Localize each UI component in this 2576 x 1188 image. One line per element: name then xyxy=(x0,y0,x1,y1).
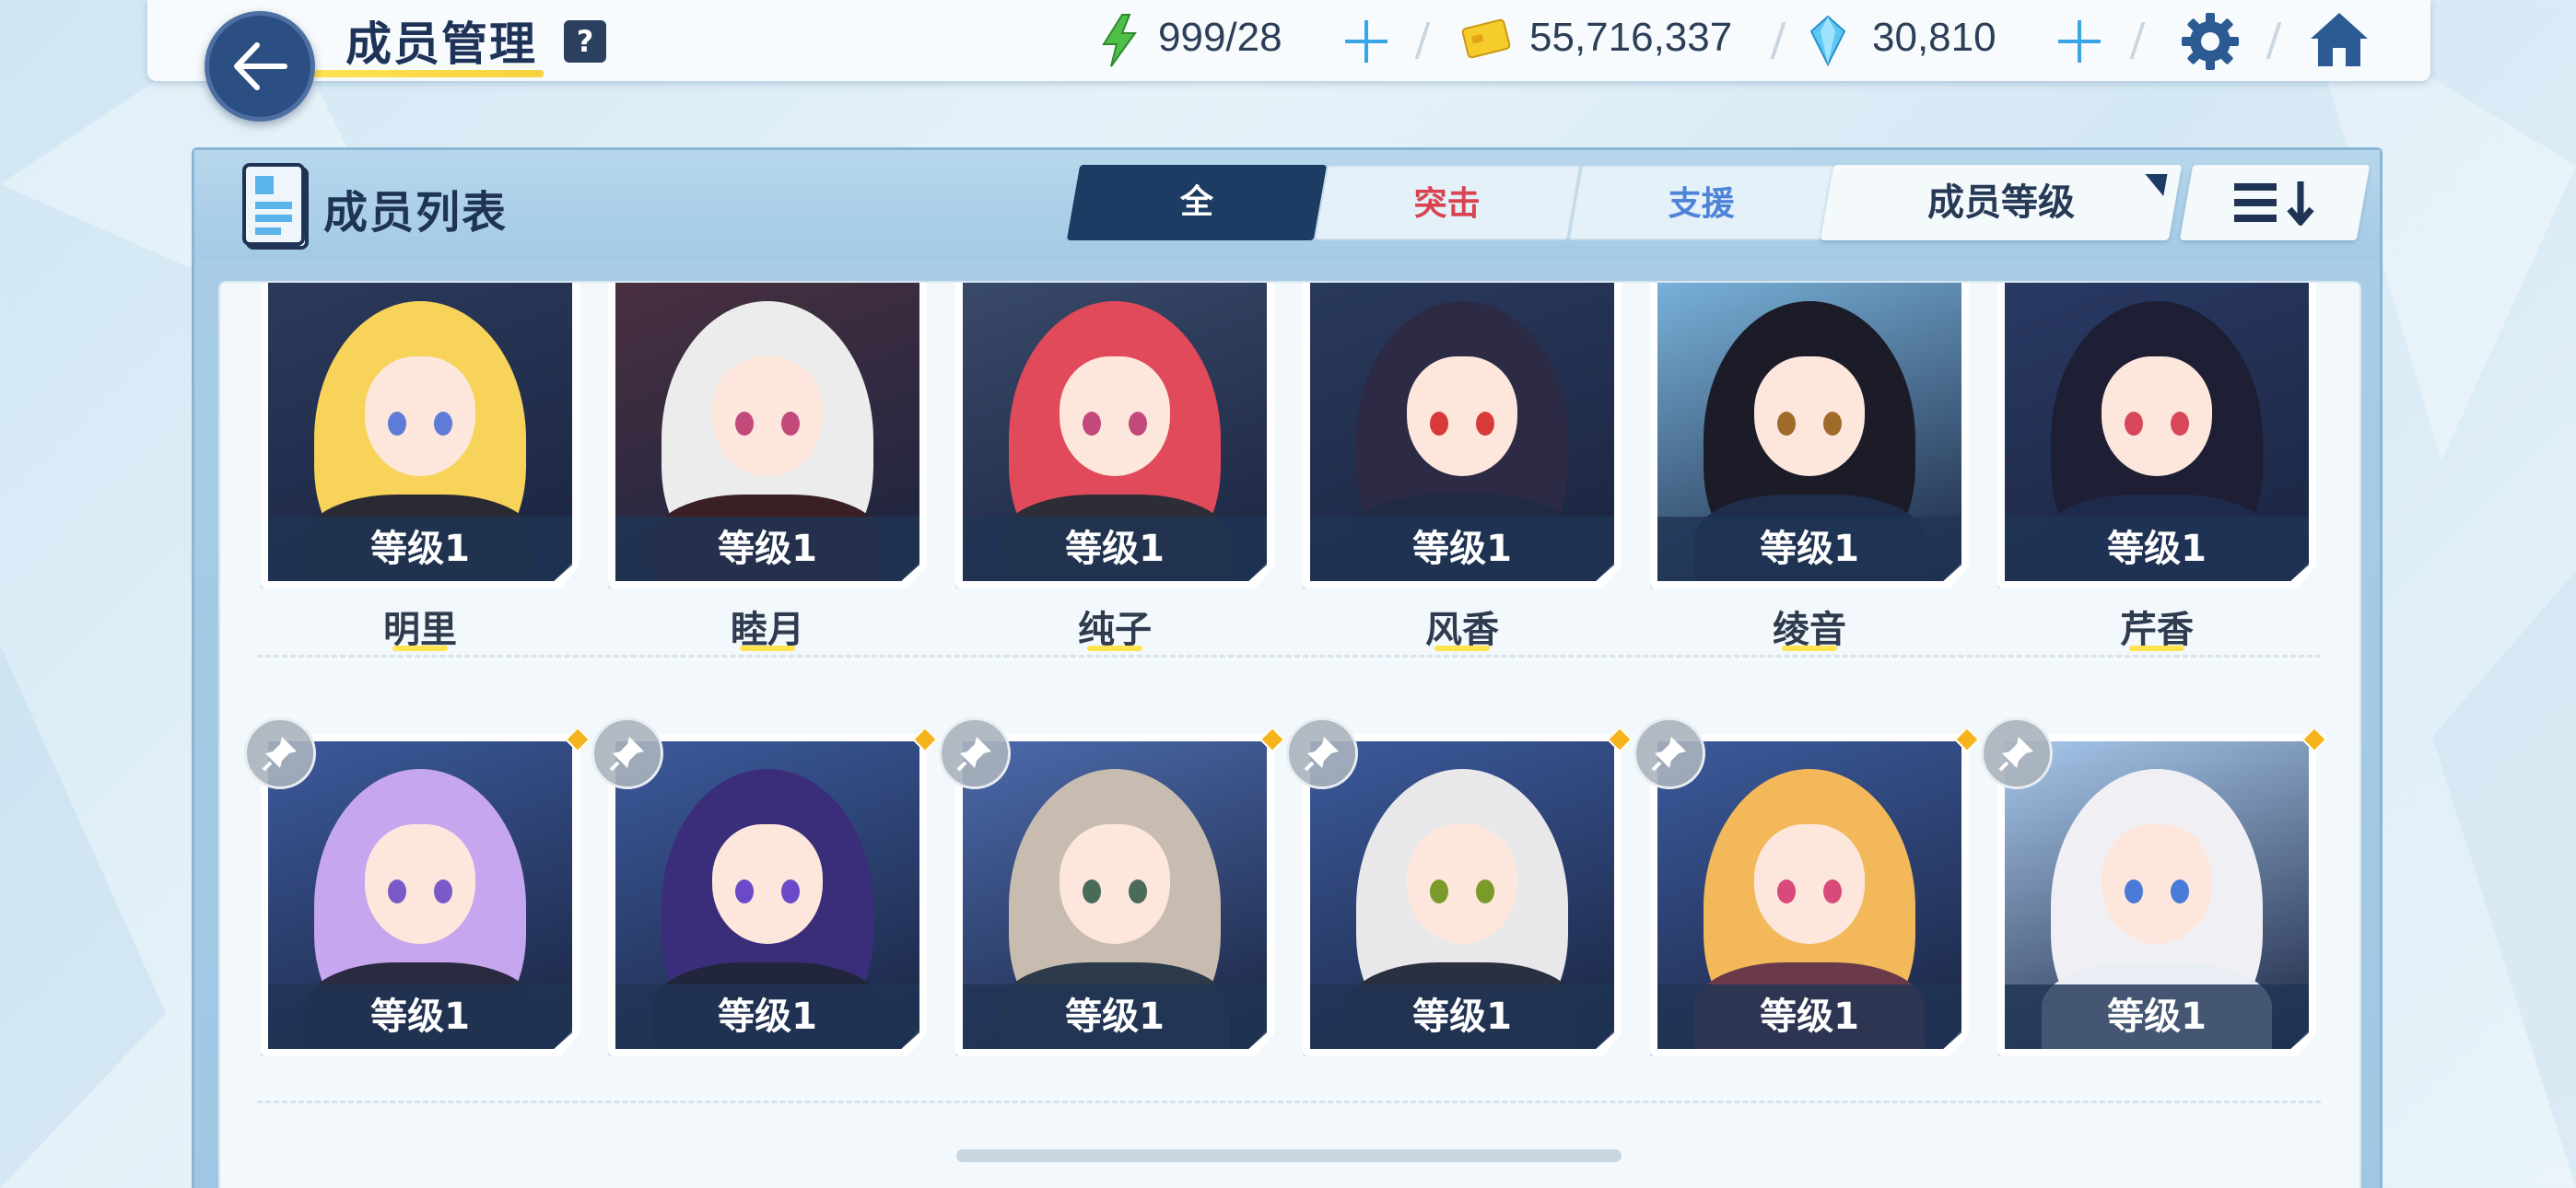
tab-label: 支援 xyxy=(1668,185,1735,223)
tab-label: 突击 xyxy=(1413,185,1481,223)
energy-bolt-icon xyxy=(1102,14,1137,67)
sort-order-button[interactable] xyxy=(2179,165,2371,240)
back-arrow-icon xyxy=(234,42,287,90)
member-card[interactable]: 等级1 xyxy=(261,283,580,588)
member-card[interactable]: 等级1 xyxy=(1997,734,2316,1056)
level-label: 等级1 xyxy=(2005,517,2309,581)
pin-button[interactable] xyxy=(939,717,1011,789)
horizontal-scrollbar[interactable] xyxy=(956,1149,1622,1162)
level-label: 等级1 xyxy=(1657,984,1961,1049)
tab-label: 全 xyxy=(1179,183,1213,221)
member-card[interactable]: 等级1 xyxy=(1997,283,2316,588)
top-bar: 成员管理 ? 999/28 55,716,337 30,810 xyxy=(147,0,2430,81)
row-divider xyxy=(257,655,2321,658)
separator xyxy=(2129,22,2146,59)
pin-button[interactable] xyxy=(1633,717,1705,789)
member-card[interactable]: 等级1 xyxy=(608,734,927,1056)
separator xyxy=(1414,22,1431,59)
level-label: 等级1 xyxy=(615,517,919,581)
tab-all[interactable]: 全 xyxy=(1066,165,1328,240)
back-button[interactable] xyxy=(205,11,315,122)
page-title: 成员管理 xyxy=(345,17,537,71)
gear-icon[interactable] xyxy=(2180,11,2241,72)
member-card[interactable]: 等级1 xyxy=(1650,734,1969,1056)
level-label: 等级1 xyxy=(268,517,572,581)
name-highlight xyxy=(740,646,795,651)
credits-value: 55,716,337 xyxy=(1529,15,1733,60)
name-highlight xyxy=(1782,646,1837,651)
add-gems-button[interactable] xyxy=(2055,17,2104,66)
name-highlight xyxy=(1087,646,1142,651)
member-card[interactable]: 等级1 xyxy=(608,283,927,588)
gems-value: 30,810 xyxy=(1872,15,1996,60)
dropdown-corner-icon xyxy=(2141,174,2168,196)
level-label: 等级1 xyxy=(615,984,919,1049)
pin-button[interactable] xyxy=(1981,717,2053,789)
level-label: 等级1 xyxy=(268,984,572,1049)
help-button[interactable]: ? xyxy=(564,20,606,63)
panel-title: 成员列表 xyxy=(323,187,509,239)
gem-icon xyxy=(1809,15,1846,66)
level-label: 等级1 xyxy=(1310,517,1614,581)
row-divider xyxy=(257,1101,2321,1103)
tab-support[interactable]: 支援 xyxy=(1567,165,1836,240)
home-icon[interactable] xyxy=(2307,9,2371,70)
name-highlight xyxy=(1434,646,1490,651)
level-label: 等级1 xyxy=(963,517,1267,581)
level-label: 等级1 xyxy=(1310,984,1614,1049)
sort-label: 成员等级 xyxy=(1927,181,2075,224)
member-card[interactable]: 等级1 xyxy=(1303,283,1622,588)
pin-icon xyxy=(262,737,297,772)
member-grid[interactable]: 等级1 明里 等级1 睦月 等级1 纯子 等级1 风香 等级1 绫音 等级1 芹香 等级1 等级1 等级1 等… xyxy=(218,281,2361,1188)
member-list-icon xyxy=(242,163,309,250)
energy-value: 999/28 xyxy=(1158,15,1282,60)
pin-icon xyxy=(1998,737,2033,772)
separator xyxy=(2266,22,2282,59)
add-energy-button[interactable] xyxy=(1341,17,1391,66)
pin-button[interactable] xyxy=(591,717,663,789)
pin-icon xyxy=(609,737,644,772)
member-card[interactable]: 等级1 xyxy=(955,734,1274,1056)
help-icon: ? xyxy=(576,24,594,59)
pin-icon xyxy=(1651,737,1686,772)
pin-button[interactable] xyxy=(1286,717,1358,789)
credit-card-icon xyxy=(1461,18,1511,59)
pin-icon xyxy=(1304,737,1339,772)
name-highlight xyxy=(2129,646,2184,651)
member-card[interactable]: 等级1 xyxy=(1650,283,1969,588)
level-label: 等级1 xyxy=(2005,984,2309,1049)
sort-order-icon xyxy=(2234,181,2314,226)
level-label: 等级1 xyxy=(963,984,1267,1049)
pin-icon xyxy=(956,737,991,772)
level-label: 等级1 xyxy=(1657,517,1961,581)
sort-select[interactable]: 成员等级 xyxy=(1820,165,2183,240)
member-card[interactable]: 等级1 xyxy=(955,283,1274,588)
title-underline xyxy=(313,70,544,77)
separator xyxy=(1770,22,1786,59)
member-card[interactable]: 等级1 xyxy=(1303,734,1622,1056)
member-list-panel: 成员列表 全 突击 支援 成员等级 等级1 明里 等级1 睦月 等级1 纯子 等级1 风香 等级… xyxy=(192,147,2383,1188)
member-card[interactable]: 等级1 xyxy=(261,734,580,1056)
tab-assault[interactable]: 突击 xyxy=(1313,165,1582,240)
name-highlight xyxy=(392,646,448,651)
pin-button[interactable] xyxy=(244,717,316,789)
